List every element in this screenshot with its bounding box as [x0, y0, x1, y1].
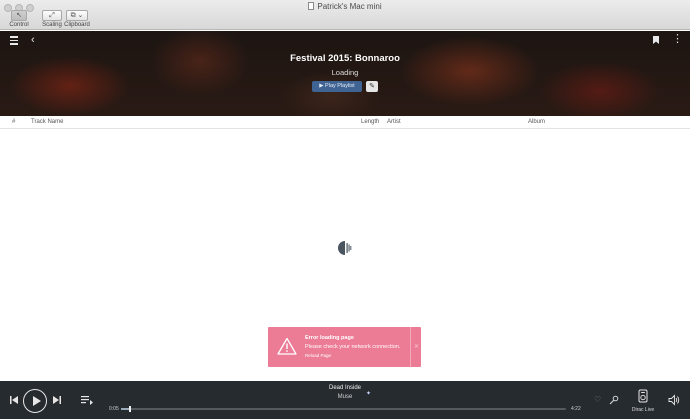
- dirac-live-label: Dirac Live: [631, 407, 655, 413]
- loading-status: Loading: [331, 68, 359, 77]
- error-title: Error loading page: [305, 335, 354, 341]
- heart-icon[interactable]: ♡: [594, 395, 601, 404]
- back-icon[interactable]: ‹: [31, 35, 35, 46]
- elapsed-time: 0:05: [109, 406, 119, 412]
- play-playlist-button[interactable]: ▶ Play Playlist: [312, 81, 362, 92]
- close-toast-icon[interactable]: ✕: [410, 327, 419, 367]
- bookmark-icon[interactable]: [653, 36, 659, 44]
- column-artist[interactable]: Artist: [387, 119, 401, 125]
- dirac-icon[interactable]: [638, 389, 648, 403]
- seek-bar-fill: [121, 408, 130, 410]
- reload-page-link[interactable]: Reload Page: [305, 353, 331, 358]
- now-playing-artist[interactable]: Muse: [0, 394, 690, 400]
- column-track-name[interactable]: Track Name: [31, 119, 63, 125]
- column-album[interactable]: Album: [528, 119, 545, 125]
- total-time: 4:22: [571, 406, 581, 412]
- now-playing-title[interactable]: Dead Inside: [0, 385, 690, 391]
- warning-icon: [277, 337, 297, 355]
- track-table-header: # Track Name Length Artist Album: [0, 116, 690, 129]
- seek-bar[interactable]: [121, 406, 566, 412]
- play-button[interactable]: [23, 389, 47, 413]
- toolbar-control[interactable]: ↖ Control: [4, 10, 34, 28]
- clipboard-icon: ⧉ ⌄: [66, 10, 88, 21]
- error-message: Please check your network connection.: [305, 344, 401, 350]
- toolbar-clipboard[interactable]: ⧉ ⌄ Clipboard: [63, 10, 91, 28]
- player-bar: Dead Inside Muse ✦ 0:05 4:22 ♡ Dirac Liv…: [0, 381, 690, 419]
- menu-icon[interactable]: [10, 36, 18, 47]
- seek-handle[interactable]: [129, 406, 131, 412]
- mic-icon[interactable]: [609, 395, 619, 405]
- edit-playlist-button[interactable]: ✎: [366, 81, 378, 92]
- scaling-icon: ⤢: [42, 10, 62, 21]
- more-icon[interactable]: ⋮: [672, 34, 683, 45]
- window-title: Patrick's Mac mini: [0, 2, 690, 11]
- control-icon: ↖: [11, 10, 27, 21]
- playlist-header: ‹ ⋮ Festival 2015: Bonnaroo Loading ▶ Pl…: [0, 31, 690, 116]
- star-icon: ✦: [366, 391, 372, 397]
- column-index[interactable]: #: [12, 119, 15, 125]
- error-toast: Error loading page Please check your net…: [268, 327, 421, 367]
- app-window: Patrick's Mac mini ↖ Control ⤢ Scaling ⧉…: [0, 0, 690, 419]
- column-length[interactable]: Length: [361, 119, 379, 125]
- spinner-icon: [338, 241, 352, 255]
- title-bar: Patrick's Mac mini ↖ Control ⤢ Scaling ⧉…: [0, 0, 690, 30]
- document-icon: [308, 2, 315, 10]
- volume-icon[interactable]: [668, 394, 680, 406]
- playlist-title: Festival 2015: Bonnaroo: [290, 53, 400, 64]
- toolbar-scaling[interactable]: ⤢ Scaling: [38, 10, 66, 28]
